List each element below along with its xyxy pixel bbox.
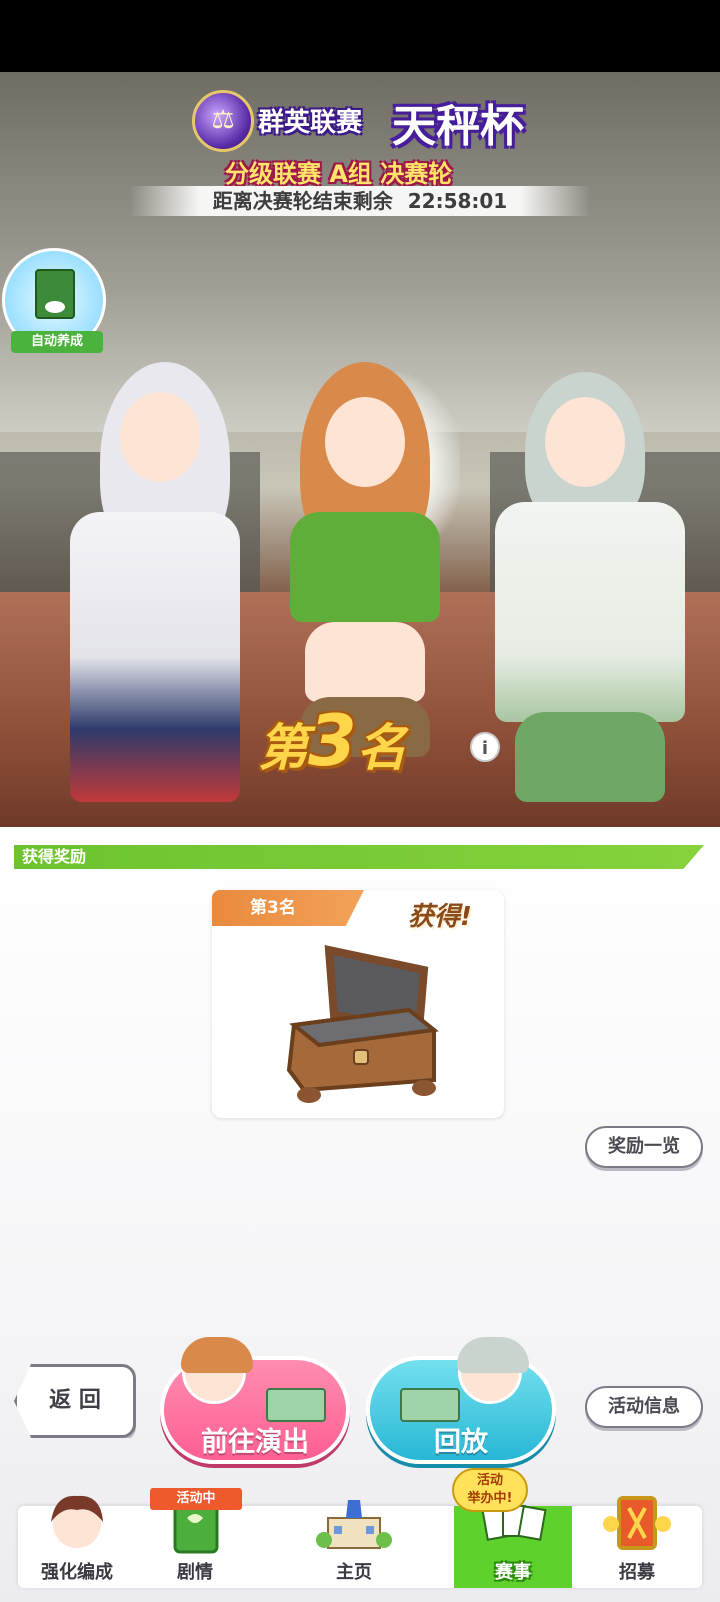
- character-left: [40, 342, 270, 822]
- rank-result: 第3名: [258, 700, 407, 782]
- info-icon[interactable]: i: [470, 732, 500, 762]
- nav-label-home: 主页: [336, 1562, 372, 1583]
- nav-label-gacha: 招募: [619, 1562, 655, 1583]
- gacha-icon: [603, 1496, 671, 1550]
- nav-item-enhance[interactable]: 强化编成: [18, 1495, 136, 1588]
- nav-item-race[interactable]: 赛事: [454, 1505, 572, 1588]
- status-bar: [0, 0, 720, 72]
- rank-prefix: 第: [258, 719, 308, 777]
- libra-scale-icon: ⚖: [192, 90, 254, 152]
- race-event-live-bubble: 活动 举办中!: [452, 1468, 528, 1512]
- replay-button[interactable]: 回放: [366, 1337, 556, 1464]
- character-right: [470, 352, 710, 827]
- nav-label-story: 剧情: [177, 1562, 213, 1583]
- treasure-chest-icon: [286, 944, 439, 1103]
- event-info-button[interactable]: 活动信息: [585, 1386, 703, 1428]
- replay-building-icon: [400, 1388, 460, 1422]
- countdown-label: 距离决赛轮结束剩余: [212, 189, 393, 213]
- bottom-nav: 强化编成 剧情 主页 赛事 招募: [18, 1495, 702, 1588]
- character-chibi-icon: [181, 1337, 253, 1404]
- rank-number: 3: [308, 700, 357, 782]
- auto-train-button[interactable]: 自动养成: [2, 248, 106, 353]
- nav-item-home[interactable]: 主页: [254, 1500, 454, 1588]
- character-chibi-icon: [457, 1337, 529, 1404]
- countdown-time: 22:58:01: [407, 189, 508, 213]
- stage-building-icon: [266, 1388, 326, 1422]
- cup-name: 天秤杯: [392, 101, 524, 152]
- story-event-live-badge: 活动中: [150, 1488, 242, 1510]
- horseshoe-emblem-icon: [45, 301, 65, 313]
- rank-suffix: 名: [356, 719, 407, 777]
- auto-train-label: 自动养成: [11, 331, 103, 353]
- reward-rank-tag: 第3名: [212, 890, 364, 926]
- nav-label-race: 赛事: [495, 1562, 531, 1583]
- go-perform-label: 前往演出: [201, 1427, 309, 1458]
- character-icon: [51, 1495, 103, 1548]
- replay-label: 回放: [434, 1427, 488, 1458]
- go-perform-button[interactable]: 前往演出: [160, 1337, 350, 1464]
- reward-list-button[interactable]: 奖励一览: [585, 1126, 703, 1168]
- countdown-bar: 距离决赛轮结束剩余 22:58:01: [130, 186, 590, 216]
- obtained-label: 获得!: [408, 902, 472, 932]
- reward-card[interactable]: 第3名 获得!: [212, 890, 504, 1118]
- stage-label: 分级联赛 A组 决赛轮: [225, 160, 453, 188]
- back-button[interactable]: 返 回: [14, 1364, 136, 1438]
- school-building-icon: [316, 1500, 392, 1549]
- league-name: 群英联赛: [258, 108, 363, 138]
- nav-item-gacha[interactable]: 招募: [572, 1496, 702, 1588]
- nav-item-story[interactable]: 剧情: [136, 1500, 254, 1588]
- reward-header: 获得奖励: [14, 845, 704, 869]
- nav-label-enhance: 强化编成: [41, 1562, 113, 1583]
